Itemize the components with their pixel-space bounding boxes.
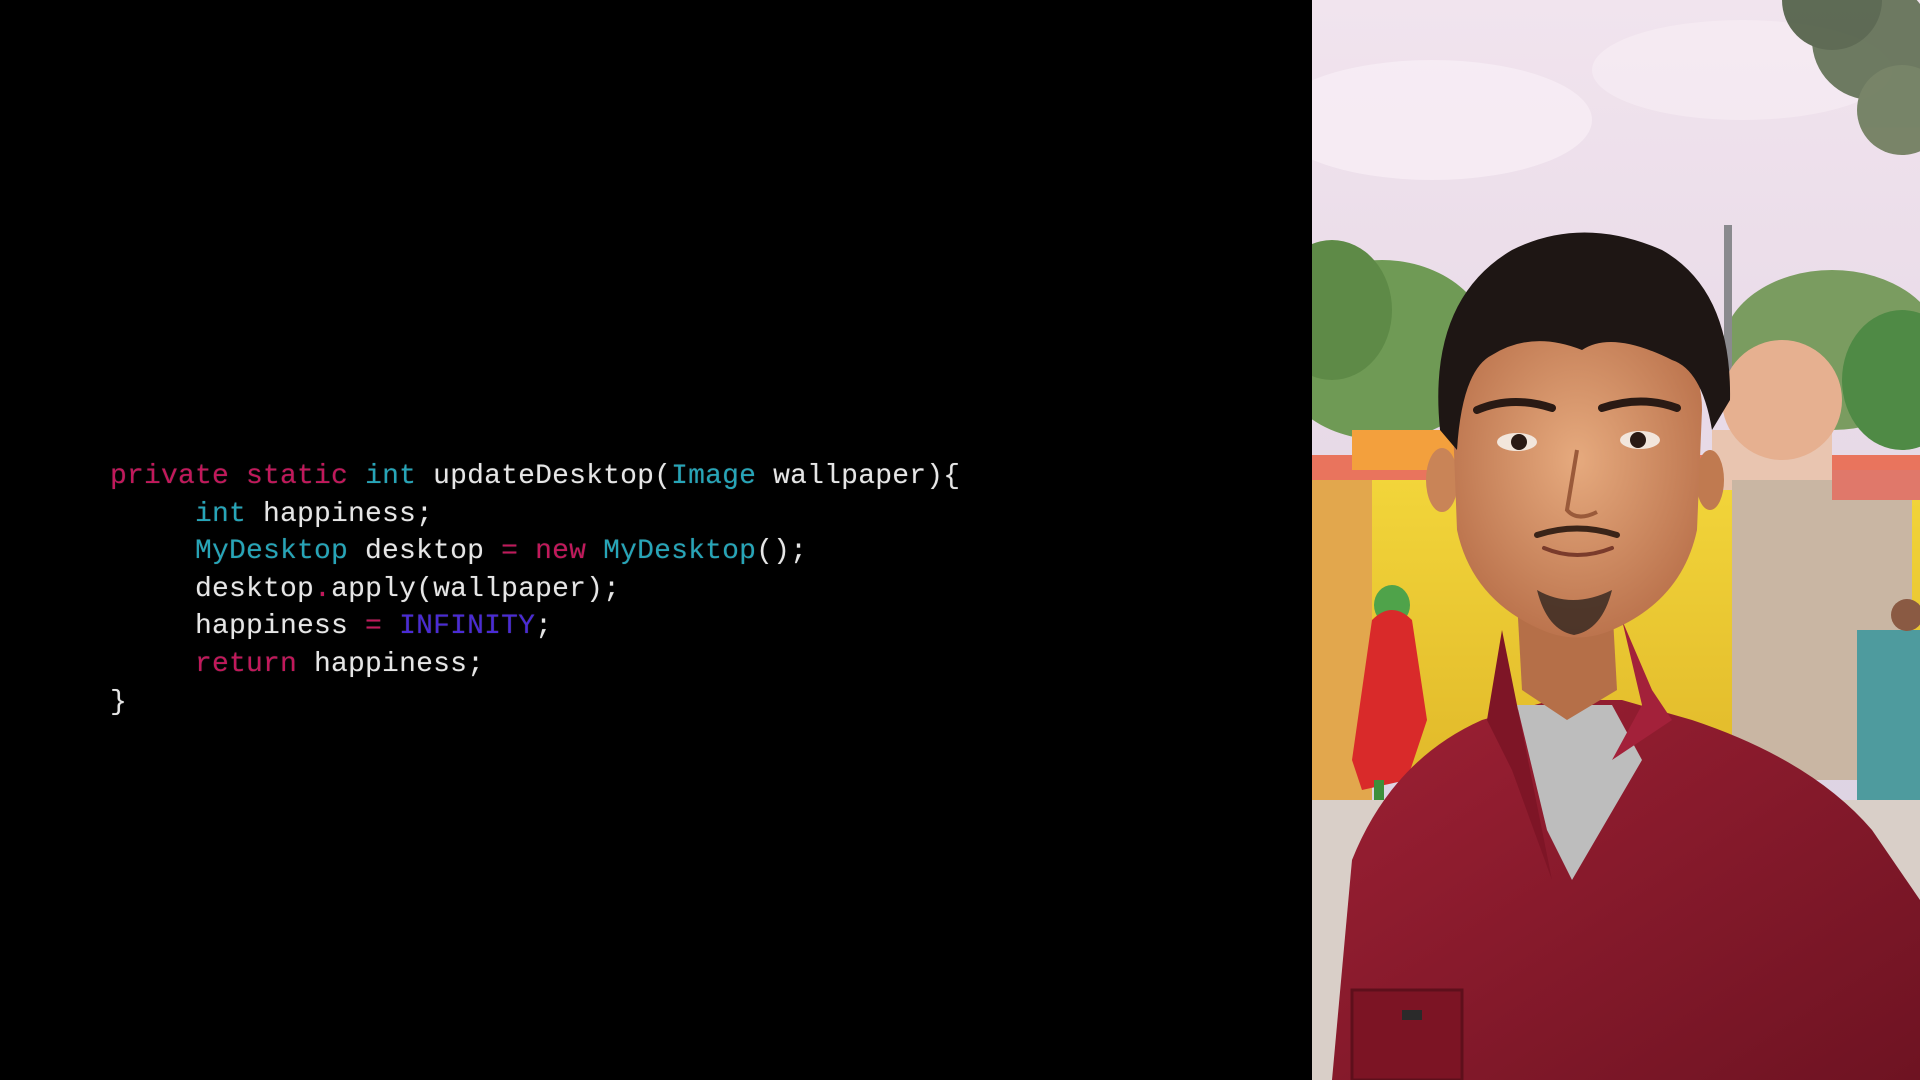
code-line: } — [110, 684, 960, 722]
shirt-tag — [1402, 1010, 1422, 1020]
code-token: wallpaper){ — [756, 461, 961, 492]
desktop-wallpaper: private static int updateDesktop(Image w… — [0, 0, 1920, 1080]
code-token: private — [110, 461, 230, 492]
code-token: happiness; — [297, 648, 485, 680]
code-token: int — [365, 461, 417, 492]
code-token: . — [314, 573, 332, 605]
code-token: ; — [535, 611, 553, 643]
code-token: happiness — [110, 611, 366, 643]
face — [1452, 315, 1702, 638]
code-token: } — [110, 686, 128, 718]
code-token: MyDesktop — [195, 536, 349, 568]
code-token: = — [365, 611, 383, 643]
ear-right — [1696, 450, 1724, 510]
code-line: private static int updateDesktop(Image w… — [110, 458, 960, 496]
code-token: apply(wallpaper); — [331, 573, 621, 605]
code-line: desktop.apply(wallpaper); — [110, 571, 960, 609]
bystander-right — [1857, 599, 1920, 810]
code-token: new — [535, 536, 587, 568]
code-token: desktop — [348, 536, 502, 568]
code-token: int — [195, 498, 247, 530]
code-token: happiness; — [246, 498, 434, 530]
code-line: happiness = INFINITY; — [110, 608, 960, 646]
code-token: INFINITY — [399, 611, 536, 643]
shirt-pocket — [1350, 988, 1464, 1080]
code-token: return — [195, 648, 298, 680]
code-line: MyDesktop desktop = new MyDesktop(); — [110, 533, 960, 571]
portrait-photo — [1312, 0, 1920, 1080]
code-token: (); — [756, 536, 808, 568]
code-token: = — [501, 536, 519, 568]
ear-left — [1426, 448, 1458, 512]
code-token: MyDesktop — [603, 536, 757, 568]
code-line: return happiness; — [110, 646, 960, 684]
code-snippet: private static int updateDesktop(Image w… — [110, 458, 960, 721]
code-token: static — [246, 461, 349, 492]
code-token: updateDesktop( — [416, 461, 672, 492]
code-wallpaper-panel: private static int updateDesktop(Image w… — [0, 0, 1312, 1080]
code-line: int happiness; — [110, 496, 960, 534]
code-token: desktop — [110, 573, 315, 605]
portrait-illustration — [1312, 0, 1920, 1080]
code-token: Image — [671, 461, 757, 492]
